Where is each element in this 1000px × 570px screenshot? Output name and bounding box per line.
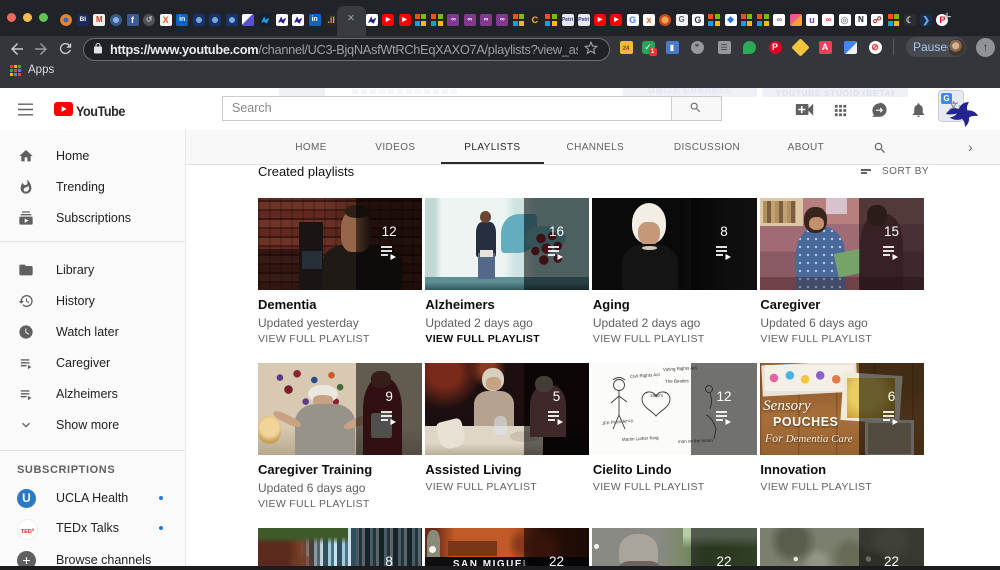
svg-text:1960's: 1960's <box>650 393 664 398</box>
svg-text:Martin Luther King: Martin Luther King <box>622 435 659 442</box>
svg-text:The Beatles: The Beatles <box>665 378 690 384</box>
svg-text:JFK Presidency: JFK Presidency <box>602 418 635 426</box>
svg-text:Civil Rights Act: Civil Rights Act <box>630 372 661 379</box>
